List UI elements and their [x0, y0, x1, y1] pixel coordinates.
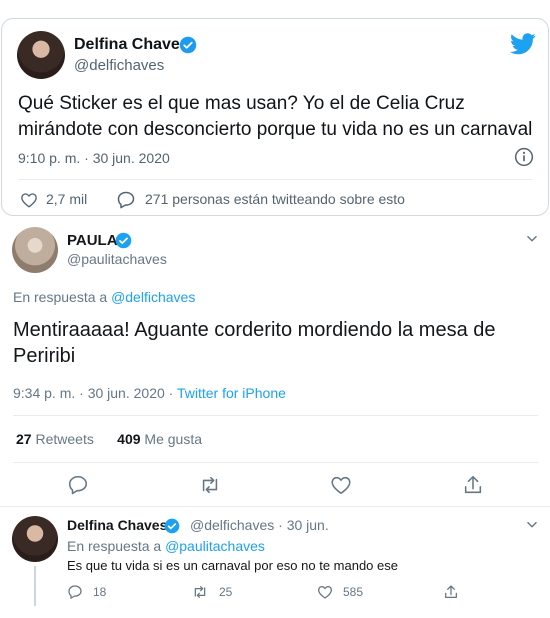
retweet-action[interactable]: 25 [191, 584, 232, 600]
info-icon[interactable] [514, 147, 534, 167]
reply-icon[interactable] [67, 474, 89, 496]
reply-context: En respuesta a @paulitachaves [67, 538, 265, 554]
retweet-icon[interactable] [191, 584, 209, 600]
tweet-timestamp[interactable]: 9:10 p. m. · 30 jun. 2020 [18, 150, 170, 166]
reply-prefix: En respuesta a [13, 289, 108, 305]
avatar[interactable] [12, 227, 58, 273]
author-name-text[interactable]: Delfina Chaves [67, 517, 167, 533]
reply-to-link[interactable]: @delfichaves [111, 289, 195, 305]
heart-icon[interactable] [20, 191, 38, 209]
chevron-down-icon[interactable] [525, 232, 539, 246]
likes-label[interactable]: Me gusta [144, 431, 202, 447]
divider [0, 506, 550, 507]
avatar[interactable] [12, 516, 58, 562]
verified-icon [115, 232, 132, 249]
heart-icon[interactable] [317, 584, 333, 600]
like-count[interactable]: 409 [117, 431, 140, 447]
retweet-count: 25 [219, 585, 233, 599]
reply-action[interactable]: 18 [67, 584, 106, 600]
reply-context: En respuesta a @delfichaves [13, 289, 195, 305]
author-handle-time[interactable]: @delfichaves · 30 jun. [190, 517, 329, 533]
divider [13, 415, 538, 416]
reply-icon[interactable] [67, 584, 83, 600]
comment-icon[interactable] [116, 190, 136, 210]
divider [18, 179, 532, 180]
timestamp-text[interactable]: 9:34 p. m. · 30 jun. 2020 · [13, 385, 177, 401]
divider [13, 462, 538, 463]
share-action[interactable] [443, 584, 459, 600]
reply-to-link[interactable]: @paulitachaves [165, 538, 265, 554]
source-link[interactable]: Twitter for iPhone [177, 385, 286, 401]
like-count: 585 [343, 585, 364, 599]
reply-prefix: En respuesta a [67, 538, 162, 554]
twitter-bird-icon[interactable] [510, 33, 536, 55]
retweets-label[interactable]: Retweets [35, 431, 93, 447]
share-icon[interactable] [443, 584, 459, 600]
conversation-link[interactable]: 271 personas están twitteando sobre esto [145, 191, 405, 207]
embedded-tweet-card[interactable]: Delfina Chaves @delfichaves Qué Sticker … [1, 18, 549, 216]
like-action[interactable]: 585 [317, 584, 363, 600]
tweet-timestamp: 9:34 p. m. · 30 jun. 2020 · Twitter for … [13, 385, 286, 401]
tweet-stats: 27 Retweets 409 Me gusta [16, 431, 202, 447]
verified-icon [179, 36, 197, 54]
thread-line [34, 566, 36, 606]
verified-icon [164, 518, 180, 534]
heart-icon[interactable] [330, 474, 352, 496]
author-handle[interactable]: @paulitachaves [67, 251, 167, 267]
like-count[interactable]: 2,7 mil [46, 191, 87, 207]
retweet-count[interactable]: 27 [16, 431, 32, 447]
share-icon[interactable] [462, 474, 484, 496]
avatar[interactable] [17, 31, 65, 79]
retweet-icon[interactable] [198, 474, 222, 496]
tweet-text: Qué Sticker es el que mas usan? Yo el de… [18, 93, 533, 140]
chevron-down-icon[interactable] [525, 518, 539, 532]
tweet-text: Mentiraaaaa! Aguante corderito mordiendo… [13, 319, 496, 367]
author-name[interactable]: Delfina Chaves [74, 36, 189, 54]
author-name[interactable]: PAULA [67, 232, 118, 249]
author-name[interactable]: Delfina Chaves [67, 517, 167, 533]
author-handle[interactable]: @delfichaves [74, 57, 164, 74]
reply-count: 18 [93, 585, 107, 599]
tweet-text: Es que tu vida si es un carnaval por eso… [67, 558, 398, 573]
